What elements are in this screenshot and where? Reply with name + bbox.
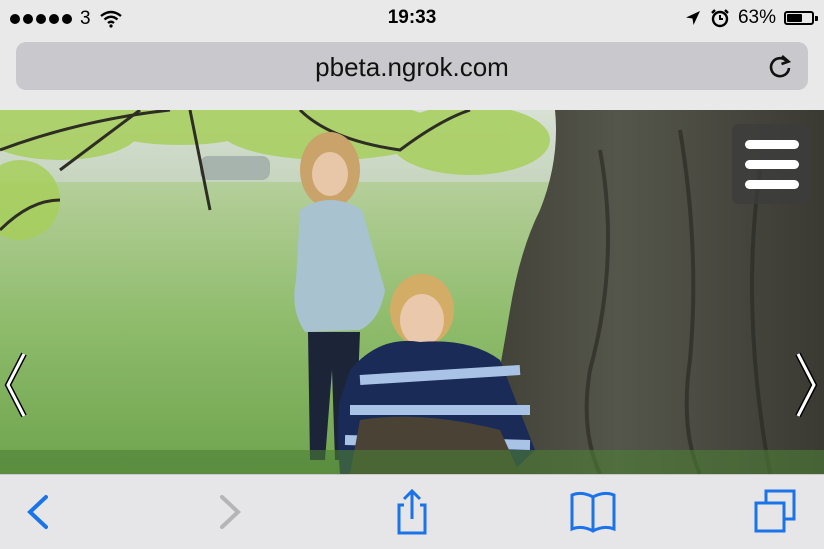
menu-line	[745, 160, 799, 169]
address-field[interactable]: pbeta.ngrok.com	[16, 42, 808, 90]
chevron-left-icon[interactable]	[2, 350, 30, 420]
hamburger-menu-button[interactable]	[732, 124, 810, 204]
battery-percent: 63%	[737, 7, 776, 28]
alarm-clock-icon	[711, 9, 729, 28]
book-icon[interactable]	[568, 489, 618, 535]
battery-icon	[784, 11, 818, 25]
url-text[interactable]: pbeta.ngrok.com	[16, 52, 808, 83]
tabs-icon[interactable]	[750, 489, 800, 535]
address-bar-area: pbeta.ngrok.com	[0, 36, 824, 110]
back-icon[interactable]	[14, 489, 64, 535]
battery-fill	[787, 14, 803, 22]
chevron-right-icon[interactable]	[792, 350, 820, 420]
bottom-toolbar	[0, 474, 824, 549]
reload-icon[interactable]	[766, 52, 794, 80]
location-arrow-icon	[685, 11, 700, 25]
menu-line	[745, 180, 799, 189]
slideshow-photo	[0, 110, 824, 474]
status-right: 63%	[684, 7, 818, 29]
web-content	[0, 110, 824, 474]
share-icon[interactable]	[387, 489, 437, 535]
menu-line	[745, 140, 799, 149]
status-bar: 3 19:33 63%	[0, 0, 824, 36]
forward-icon	[220, 495, 241, 529]
